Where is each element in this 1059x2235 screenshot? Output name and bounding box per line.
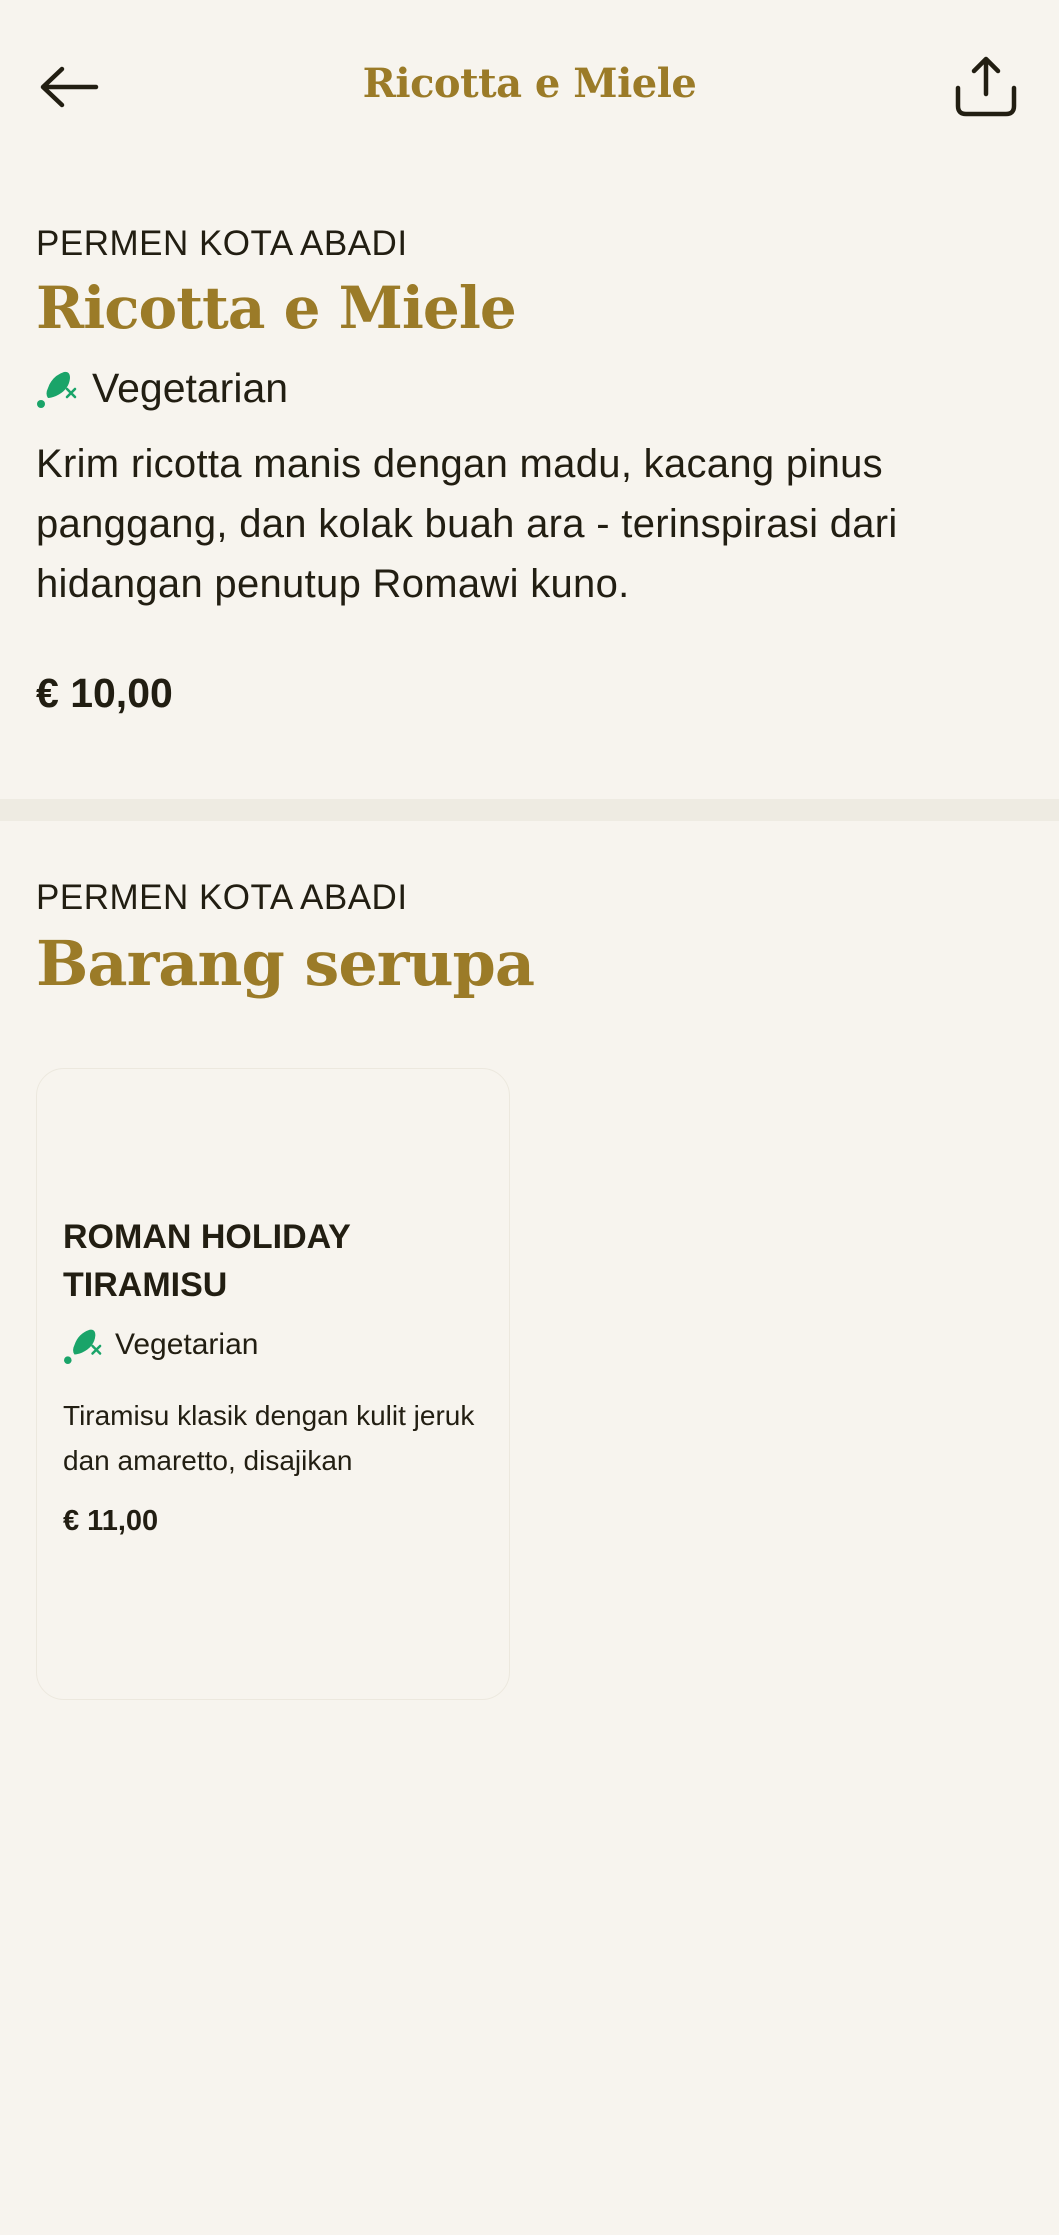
vegetarian-drumstick-icon [36,368,78,408]
diet-label: Vegetarian [92,364,289,411]
vegetarian-drumstick-icon [63,1326,103,1364]
similar-items-header: PERMEN KOTA ABADI Barang serupa [36,874,1023,1006]
top-app-bar: Ricotta e Miele [0,0,1059,168]
page-title: Ricotta e Miele [362,60,697,107]
similar-item-card[interactable]: ROMAN HOLIDAY TIRAMISU Vegetarian Tirami… [36,1068,510,1700]
similar-category: PERMEN KOTA ABADI [36,878,408,917]
item-name: Ricotta e Miele [36,274,517,342]
similar-item-name: ROMAN HOLIDAY TIRAMISU [63,1218,351,1304]
item-price: € 10,00 [36,670,173,716]
share-button[interactable] [948,48,1024,124]
similar-item-description: Tiramisu klasik dengan kulit jeruk dan a… [63,1400,475,1476]
item-detail: PERMEN KOTA ABADI Ricotta e Miele Vegeta… [36,220,1023,717]
item-category: PERMEN KOTA ABADI [36,224,408,263]
similar-item-price: € 11,00 [63,1505,159,1537]
diet-badge: Vegetarian [36,360,1023,416]
diet-label: Vegetarian [115,1328,259,1361]
similar-heading: Barang serupa [36,927,535,1000]
section-divider [0,799,1059,821]
share-icon [955,56,1017,117]
item-description: Krim ricotta manis dengan madu, kacang p… [36,442,898,606]
diet-badge: Vegetarian [63,1323,483,1367]
